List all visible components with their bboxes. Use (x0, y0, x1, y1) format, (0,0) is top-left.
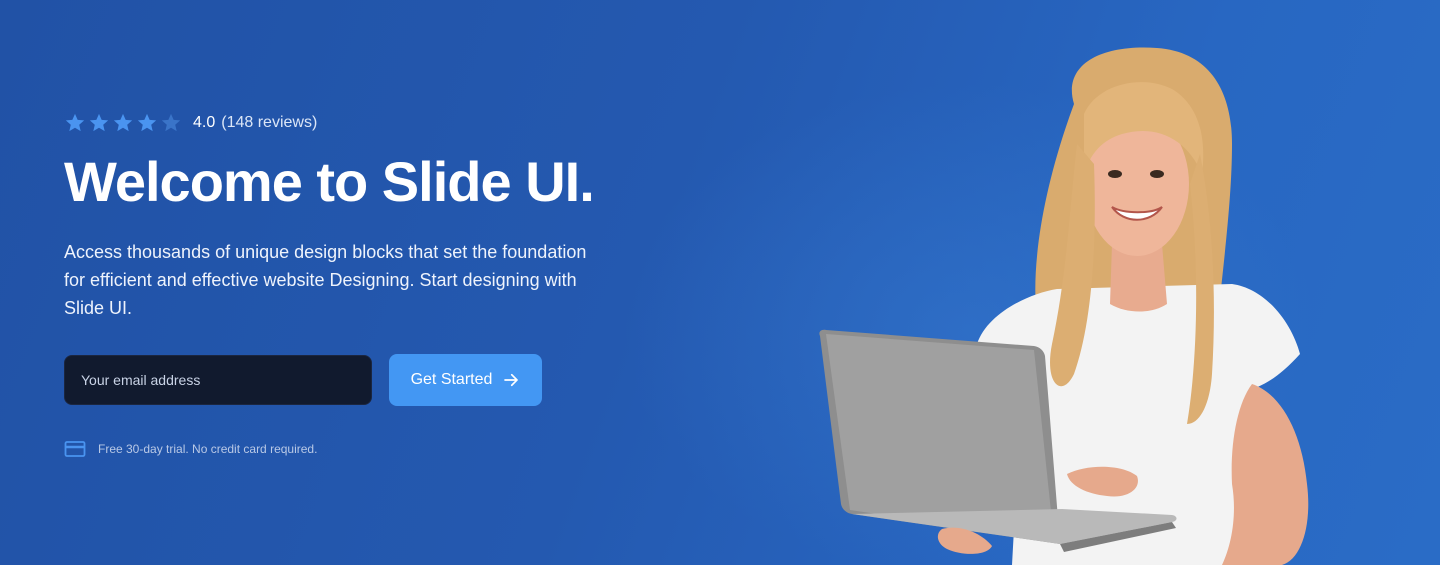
get-started-button[interactable]: Get Started (389, 354, 542, 406)
email-field[interactable] (64, 355, 372, 405)
star-icon (88, 112, 110, 134)
arrow-right-icon (502, 371, 520, 389)
rating-value: 4.0 (193, 114, 216, 131)
hero-description: Access thousands of unique design blocks… (64, 242, 587, 318)
rating: 4.0 (148 reviews) (64, 108, 624, 138)
rating-count: (148 reviews) (221, 114, 318, 131)
trial-note: Free 30-day trial. No credit card requir… (64, 440, 624, 458)
trial-text: Free 30-day trial. No credit card requir… (98, 442, 318, 456)
hero-image (812, 44, 1322, 565)
hero-section: 4.0 (148 reviews) Welcome to Slide UI. A… (0, 0, 1440, 565)
hero-content: 4.0 (148 reviews) Welcome to Slide UI. A… (64, 108, 624, 458)
get-started-label: Get Started (410, 371, 493, 388)
star-outline-icon (160, 112, 182, 134)
credit-card-icon (64, 440, 86, 458)
star-icon (64, 112, 86, 134)
rating-stars (64, 112, 182, 134)
signup-form: Get Started (64, 354, 624, 406)
star-icon (112, 112, 134, 134)
star-icon (136, 112, 158, 134)
page-title: Welcome to Slide UI. (64, 150, 595, 213)
